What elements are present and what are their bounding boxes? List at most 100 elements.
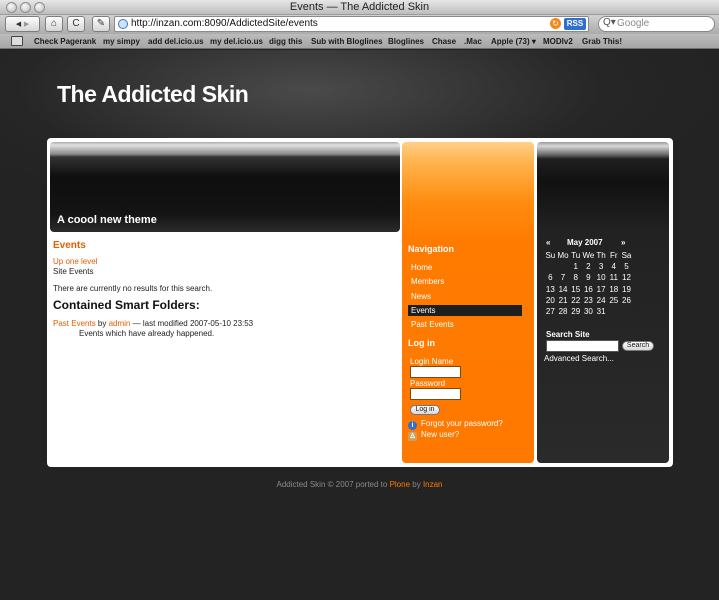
bookmarks-book-icon[interactable]	[11, 36, 23, 46]
bookmark-item[interactable]: Sub with Bloglines	[311, 37, 383, 46]
nav-item-events[interactable]: Events	[408, 305, 522, 316]
bookmark-item[interactable]: add del.icio.us	[148, 37, 204, 46]
nav-item-members[interactable]: Members	[408, 276, 522, 287]
site-search-input[interactable]	[546, 340, 619, 352]
calendar-day[interactable]: 28	[557, 306, 570, 317]
plone-link[interactable]: Plone	[390, 480, 410, 489]
calendar-day[interactable]: 15	[569, 284, 582, 295]
bookmark-item[interactable]: my simpy	[103, 37, 140, 46]
forward-icon[interactable]: ▶	[24, 21, 29, 28]
search-input[interactable]: Q▾ Google	[598, 16, 715, 32]
rss-button[interactable]: RSS	[564, 18, 586, 30]
banner-caption: A coool new theme	[57, 214, 157, 226]
calendar-day[interactable]: 25	[607, 295, 620, 306]
login-name-label: Login Name	[410, 357, 454, 366]
calendar-day[interactable]: 9	[582, 272, 595, 283]
site-events-text: Site Events	[53, 267, 94, 276]
bookmark-item[interactable]: Apple (73) ▾	[491, 37, 536, 46]
author-link[interactable]: admin	[109, 319, 131, 328]
bookmark-item[interactable]: Bloglines	[388, 37, 424, 46]
up-one-level-link[interactable]: Up one level	[53, 257, 97, 266]
calendar-day[interactable]: 4	[607, 261, 620, 272]
past-events-link[interactable]: Past Events	[53, 319, 96, 328]
calendar-day[interactable]: 8	[569, 272, 582, 283]
calendar-day[interactable]: 23	[582, 295, 595, 306]
new-user-link[interactable]: ♙ New user?	[408, 430, 459, 441]
bookmark-item[interactable]: digg this	[269, 37, 302, 46]
next-month-button[interactable]: »	[621, 238, 625, 247]
home-button[interactable]: ⌂	[45, 16, 63, 32]
password-field[interactable]	[410, 388, 461, 400]
calendar-day[interactable]: 5	[620, 261, 633, 272]
content-frame: A coool new theme Events Up one level Si…	[47, 138, 673, 467]
calendar-day[interactable]: 19	[620, 284, 633, 295]
calendar-grid: Su Mo Tu We Th Fr Sa 1 2 3 4 5 6 7 8 9 10 11 12 13 14 15 16 17 1…	[544, 250, 633, 317]
inzan-link[interactable]: Inzan	[423, 480, 443, 489]
login-button[interactable]: Log in	[410, 405, 440, 415]
back-forward-button[interactable]: ◀ ▶	[5, 16, 40, 32]
calendar-day[interactable]: 6	[544, 272, 557, 283]
calendar-day[interactable]: 13	[544, 284, 557, 295]
calendar-day[interactable]: 14	[557, 284, 570, 295]
navigation-heading: Navigation	[408, 244, 455, 254]
calendar-day[interactable]: 1	[569, 261, 582, 272]
calendar-day[interactable]: 18	[607, 284, 620, 295]
forgot-password-link[interactable]: i Forgot your password?	[408, 419, 503, 430]
nav-item-news[interactable]: News	[408, 291, 522, 302]
calendar-day[interactable]: 17	[595, 284, 608, 295]
calendar-month-title: May 2007	[567, 238, 603, 247]
calendar-day[interactable]: 20	[544, 295, 557, 306]
calendar-day[interactable]: 10	[595, 272, 608, 283]
search-button[interactable]: Search	[622, 341, 654, 351]
calendar-day[interactable]: 7	[557, 272, 570, 283]
snapback-icon[interactable]: ↻	[550, 18, 561, 29]
forgot-password-text[interactable]: Forgot your password?	[421, 419, 503, 428]
web-page: The Addicted Skin A coool new theme Even…	[0, 50, 719, 600]
edit-button[interactable]: ✎	[92, 16, 110, 32]
bookmark-item[interactable]: .Mac	[464, 37, 482, 46]
address-bar[interactable]: http://inzan.com:8090/AddictedSite/event…	[114, 16, 589, 32]
banner: A coool new theme	[50, 142, 400, 232]
page-title: Events	[53, 240, 86, 251]
calendar-day[interactable]: 29	[569, 306, 582, 317]
calendar-day[interactable]: 16	[582, 284, 595, 295]
calendar-day[interactable]: 3	[595, 261, 608, 272]
advanced-search-link[interactable]: Advanced Search...	[544, 354, 614, 363]
bookmark-item[interactable]: Grab This!	[582, 37, 622, 46]
search-icon[interactable]: Q▾	[603, 17, 616, 28]
calendar-day[interactable]: 30	[582, 306, 595, 317]
bookmark-item[interactable]: Chase	[432, 37, 456, 46]
reload-icon: C	[72, 18, 80, 29]
bookmark-item[interactable]: my del.icio.us	[210, 37, 263, 46]
calendar-day[interactable]: 22	[569, 295, 582, 306]
bookmark-item[interactable]: MODIv2	[543, 37, 573, 46]
nav-item-home[interactable]: Home	[408, 262, 522, 273]
calendar-day[interactable]: 26	[620, 295, 633, 306]
calendar-day[interactable]: 2	[582, 261, 595, 272]
previous-month-button[interactable]: «	[546, 238, 550, 247]
url-text[interactable]: http://inzan.com:8090/AddictedSite/event…	[131, 18, 318, 29]
globe-icon	[118, 19, 128, 29]
home-icon: ⌂	[50, 18, 58, 29]
new-user-text[interactable]: New user?	[421, 430, 459, 439]
footer-by: by	[410, 480, 423, 489]
calendar-day[interactable]: 12	[620, 272, 633, 283]
calendar-day[interactable]: 21	[557, 295, 570, 306]
site-title[interactable]: The Addicted Skin	[57, 81, 249, 108]
calendar-day[interactable]: 24	[595, 295, 608, 306]
calendar-weekday: Th	[596, 251, 606, 260]
login-name-field[interactable]	[410, 366, 461, 378]
calendar-day[interactable]: 11	[607, 272, 620, 283]
window-title: Events — The Addicted Skin	[289, 1, 430, 13]
calendar-day	[620, 306, 633, 317]
browser-toolbar: ◀ ▶ ⌂ C ✎ http://inzan.com:8090/Addicted…	[0, 15, 719, 34]
calendar-day[interactable]: 31	[595, 306, 608, 317]
info-icon: i	[408, 421, 417, 430]
back-icon[interactable]: ◀	[16, 21, 21, 28]
search-site-label: Search Site	[546, 330, 590, 339]
calendar-day[interactable]: 27	[544, 306, 557, 317]
calendar-weekday: We	[582, 251, 595, 260]
nav-item-past-events[interactable]: Past Events	[408, 319, 522, 330]
bookmark-item[interactable]: Check Pagerank	[34, 37, 96, 46]
reload-button[interactable]: C	[67, 16, 85, 32]
